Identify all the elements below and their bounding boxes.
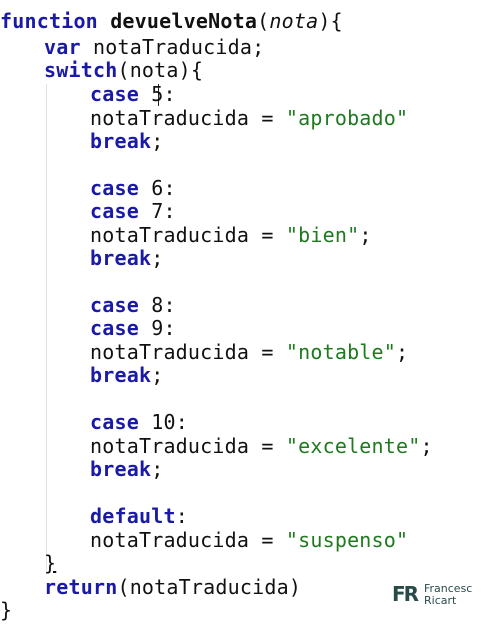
function-name: devuelveNota [110,9,258,33]
var-declaration: notaTraducida; [80,35,265,59]
assignment-lhs: notaTraducida = [90,223,286,247]
keyword-function: function [0,9,98,33]
case-value: 7: [138,199,176,223]
code-line-8: case 7: [90,199,176,223]
case-value: 9: [138,316,176,340]
case-value: 8: [138,293,176,317]
code-line-17: break; [90,457,163,481]
string-literal: "excelente" [285,434,421,458]
statement-end: ; [359,223,372,247]
string-literal: "notable" [285,340,397,364]
code-line-22: } [0,598,12,622]
watermark: FR Francesc Ricart [392,582,492,612]
code-editor[interactable]: function devuelveNota(nota){ var notaTra… [0,0,500,630]
paren-close-brace: ){ [318,9,343,33]
keyword-case: case [90,176,139,200]
statement-end: ; [420,434,433,458]
keyword-break: break [90,457,152,481]
keyword-case: case [90,410,139,434]
code-line-15: case 10: [90,410,188,434]
assignment-lhs: notaTraducida = [90,106,286,130]
statement-end: ; [151,246,164,270]
return-expr: (notaTraducida) [117,575,302,599]
keyword-case: case [90,82,139,106]
param-name: nota [269,9,319,33]
statement-end: ; [151,457,164,481]
case-value: 5 [138,82,164,106]
code-line-7: case 6: [90,176,176,200]
code-line-21: return(notaTraducida) [44,575,301,599]
closing-brace-function: } [0,598,13,622]
closing-brace-switch: } [44,551,57,575]
assignment-lhs: notaTraducida = [90,340,286,364]
watermark-logo: FR [392,582,419,606]
case-value: 6: [138,176,176,200]
code-line-14: break; [90,363,163,387]
code-line-3: switch(nota){ [44,58,203,82]
code-line-2: var notaTraducida; [44,35,264,59]
code-line-19: notaTraducida = "suspenso" [90,528,408,552]
indent-guide [46,84,47,572]
keyword-case: case [90,316,139,340]
keyword-return: return [44,575,118,599]
keyword-break: break [90,363,152,387]
string-literal: "aprobado" [285,106,409,130]
code-line-6: break; [90,129,163,153]
code-line-12: case 9: [90,316,176,340]
keyword-case: case [90,293,139,317]
statement-end: ; [151,129,164,153]
keyword-var: var [44,35,81,59]
paren-open: ( [257,9,270,33]
keyword-break: break [90,129,152,153]
code-line-13: notaTraducida = "notable"; [90,340,408,364]
code-line-9: notaTraducida = "bien"; [90,223,372,247]
keyword-switch: switch [44,58,118,82]
code-line-16: notaTraducida = "excelente"; [90,434,433,458]
string-literal: "suspenso" [285,528,409,552]
keyword-default: default [90,504,176,528]
code-line-10: break; [90,246,163,270]
assignment-lhs: notaTraducida = [90,434,286,458]
keyword-case: case [90,199,139,223]
code-line-1: function devuelveNota(nota){ [0,9,343,33]
case-colon: : [163,82,176,106]
code-line-11: case 8: [90,293,176,317]
code-line-5: notaTraducida = "aprobado" [90,106,408,130]
string-literal: "bien" [285,223,360,247]
code-line-4: case 5: [90,82,176,106]
statement-end: ; [151,363,164,387]
case-value: 10: [138,410,188,434]
watermark-text: Francesc Ricart [424,583,472,607]
default-colon: : [175,504,188,528]
switch-expr: (nota){ [117,58,204,82]
code-line-18: default: [90,504,188,528]
statement-end: ; [396,340,409,364]
code-line-20: } [44,551,56,575]
keyword-break: break [90,246,152,270]
assignment-lhs: notaTraducida = [90,528,286,552]
watermark-line2: Ricart [424,594,457,607]
